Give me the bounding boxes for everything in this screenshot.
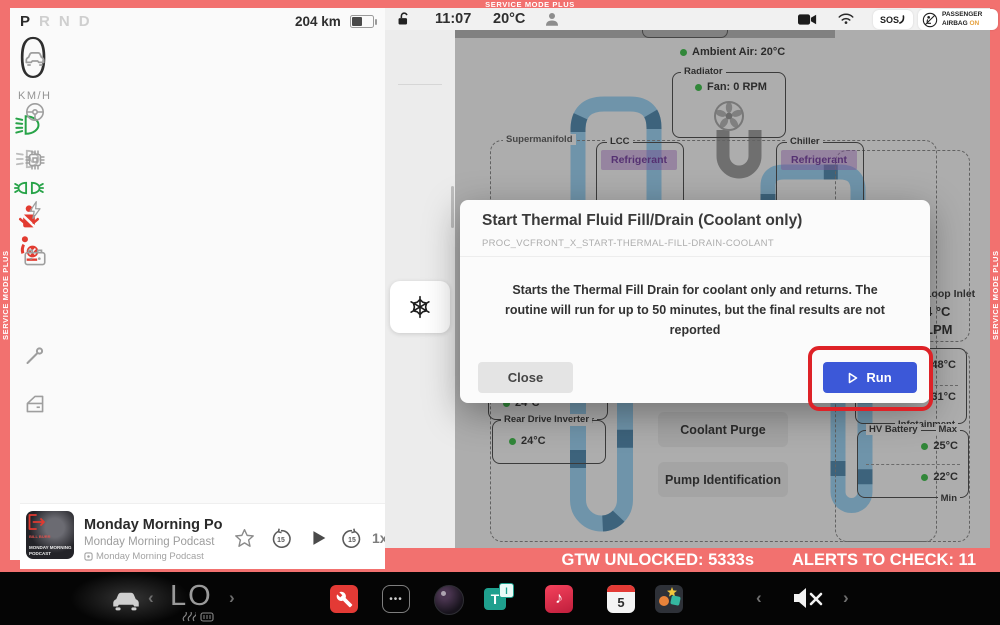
gtw-unlocked-counter: GTW UNLOCKED: 5333s: [561, 551, 754, 570]
t-app-icon[interactable]: T I: [484, 585, 514, 613]
airbag-state: ON: [969, 20, 979, 27]
dialog-title: Start Thermal Fluid Fill/Drain (Coolant …: [482, 212, 802, 230]
screen: SERVICE MODE PLUS SERVICE MODE PLUS SERV…: [0, 0, 1000, 625]
service-app-icon[interactable]: [330, 585, 358, 613]
temp-down-chevron[interactable]: ‹: [148, 588, 154, 608]
tab-software[interactable]: [20, 145, 50, 175]
sos-button[interactable]: SOS: [873, 10, 913, 29]
service-alerts-banner: GTW UNLOCKED: 5333s ALERTS TO CHECK: 11: [385, 548, 990, 572]
taskbar: ‹ LO › ••• T I ♪ 5 ‹: [0, 572, 1000, 625]
app-launcher-button[interactable]: •••: [382, 585, 410, 613]
media-show: Monday Morning Podcast: [84, 536, 214, 548]
passenger-airbag-status: PASSENGER AIRBAG ON: [918, 9, 998, 30]
volume-muted-icon[interactable]: [793, 587, 823, 614]
battery-icon: [350, 15, 374, 28]
media-prev-chevron[interactable]: ‹: [756, 588, 762, 608]
svg-text:15: 15: [348, 537, 356, 544]
tab-closures[interactable]: [20, 389, 50, 419]
tab-low-voltage[interactable]: [20, 242, 50, 272]
status-bar: 11:07 20°C SOS PASSENGER AIRBAG ON: [385, 8, 990, 30]
dialog-description: Starts the Thermal Fill Drain for coolan…: [495, 280, 895, 340]
skip-back-15-button[interactable]: 15: [270, 528, 292, 555]
close-button[interactable]: Close: [478, 362, 573, 393]
right-service-mode-strip: SERVICE MODE PLUS: [991, 228, 1000, 340]
calendar-app-icon[interactable]: 5: [607, 585, 635, 613]
car-controls-button[interactable]: [108, 584, 144, 619]
sidebar-scrollbar[interactable]: [451, 186, 454, 228]
sos-arc-icon: [899, 15, 906, 24]
t-app-badge: I: [499, 583, 514, 598]
svg-text:15: 15: [277, 537, 285, 544]
cabin-temp-setting[interactable]: LO: [170, 580, 213, 613]
gear-d: D: [79, 13, 90, 30]
tab-vehicle[interactable]: [20, 43, 50, 73]
skip-forward-15-button[interactable]: 15: [341, 528, 363, 555]
seat-heater-icon[interactable]: [182, 612, 196, 622]
outside-temp[interactable]: 20°C: [493, 11, 525, 27]
exit-service-mode-button[interactable]: [20, 507, 50, 537]
media-player[interactable]: BILL BURR MONDAY MORNING PODCAST Monday …: [20, 503, 395, 569]
podcast-icon: [84, 552, 93, 561]
alerts-to-check-counter[interactable]: ALERTS TO CHECK: 11: [792, 551, 976, 570]
music-app-icon[interactable]: ♪: [545, 585, 573, 613]
temp-up-chevron[interactable]: ›: [229, 588, 235, 608]
media-next-chevron[interactable]: ›: [843, 588, 849, 608]
favorite-button[interactable]: [234, 528, 255, 553]
defrost-icon[interactable]: [200, 612, 214, 622]
wifi-icon[interactable]: [837, 11, 855, 31]
media-source: Monday Morning Podcast: [84, 551, 204, 562]
instrument-cluster: PRND 204 km 0 KM/H A: [10, 8, 385, 560]
range-value: 204 km: [295, 14, 341, 29]
gear-n: N: [59, 13, 70, 30]
dialog-divider: [460, 256, 930, 257]
left-service-mode-strip: SERVICE MODE PLUS: [1, 228, 10, 340]
dashcam-icon[interactable]: [798, 13, 817, 31]
sidebar-divider: [398, 84, 442, 85]
dialog-procedure-code: PROC_VCFRONT_X_START-THERMAL-FILL-DRAIN-…: [482, 238, 774, 249]
toybox-app-icon[interactable]: [655, 585, 683, 613]
media-title: Monday Morning Pod: [84, 517, 222, 533]
tab-high-voltage[interactable]: [20, 195, 50, 225]
camera-app-icon[interactable]: [434, 585, 464, 615]
tab-thermal[interactable]: [405, 292, 435, 322]
calendar-day: 5: [607, 592, 635, 613]
passenger-airbag-icon: [922, 12, 938, 28]
play-button[interactable]: [307, 527, 329, 554]
annotation-highlight-box: [808, 346, 933, 411]
clock: 11:07: [435, 11, 471, 27]
tab-diagnostics-probe[interactable]: [20, 340, 50, 370]
tab-chassis[interactable]: [20, 97, 50, 127]
